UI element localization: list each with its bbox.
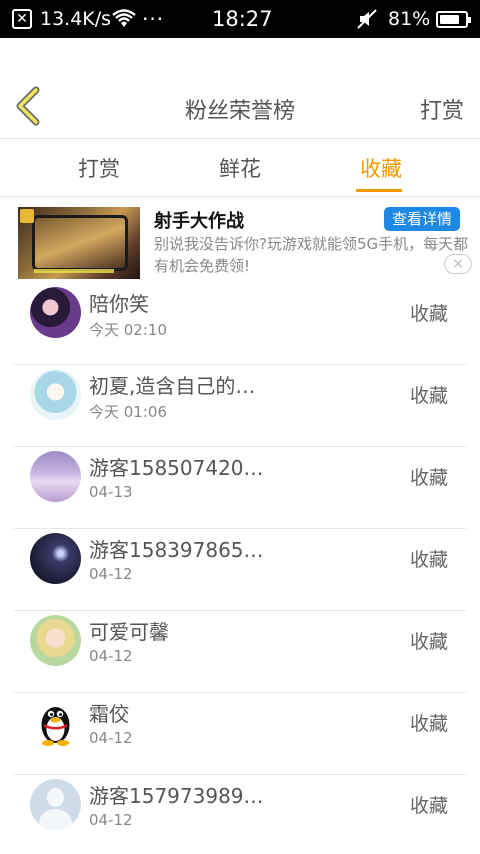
user-name: 霜佼: [89, 702, 129, 726]
user-name: 游客158507420…: [89, 456, 264, 480]
favorite-label: 收藏: [410, 303, 449, 325]
reward-button[interactable]: 打赏: [420, 93, 464, 125]
qq-penguin-icon: [30, 697, 81, 748]
timestamp: 04-12: [89, 565, 133, 583]
avatar: [30, 369, 81, 420]
tab-bar: 打赏 鲜花 收藏: [0, 139, 480, 197]
favorite-label: 收藏: [410, 713, 449, 735]
timestamp: 今天 02:10: [89, 321, 167, 339]
user-name: 可爱可馨: [89, 620, 169, 644]
network-speed: 13.4K/s: [40, 8, 112, 30]
favorite-label: 收藏: [410, 385, 449, 407]
user-name: 陪你笑: [89, 292, 149, 316]
default-user-icon: [30, 779, 81, 830]
avatar: [30, 287, 81, 338]
tab-flowers[interactable]: 鲜花: [195, 153, 285, 183]
timestamp: 04-12: [89, 729, 133, 747]
avatar: [30, 615, 81, 666]
page-title: 粉丝荣誉榜: [184, 99, 295, 124]
list-item[interactable]: 游客158507420… 04-13 收藏: [0, 447, 480, 529]
ad-title: 射手大作战: [154, 211, 244, 232]
list-item[interactable]: 陪你笑 今天 02:10 收藏: [0, 283, 480, 365]
favorite-label: 收藏: [410, 549, 449, 571]
chevron-left-icon: [16, 86, 40, 126]
ad-details-button[interactable]: 查看详情: [384, 207, 460, 231]
list-item[interactable]: 游客158397865… 04-12 收藏: [0, 529, 480, 611]
clock: 18:27: [212, 7, 273, 31]
battery-level-fill: [440, 15, 460, 24]
list-item[interactable]: 可爱可馨 04-12 收藏: [0, 611, 480, 693]
notification-close-icon: ✕: [12, 9, 32, 29]
list-item[interactable]: 初夏,造含自己的… 今天 01:06 收藏: [0, 365, 480, 447]
active-tab-indicator: [356, 189, 402, 192]
supporter-list: 陪你笑 今天 02:10 收藏 初夏,造含自己的… 今天 01:06 收藏 游客…: [0, 283, 480, 854]
ad-close-icon[interactable]: ×: [444, 254, 472, 274]
status-bar: ✕ 13.4K/s ··· 18:27 81%: [0, 0, 480, 38]
user-name: 游客158397865…: [89, 538, 264, 562]
user-name: 初夏,造含自己的…: [89, 374, 256, 398]
timestamp: 04-12: [89, 647, 133, 665]
mute-icon: [356, 0, 378, 38]
avatar: [30, 451, 81, 502]
timestamp: 今天 01:06: [89, 403, 167, 421]
favorite-label: 收藏: [410, 631, 449, 653]
user-name: 游客157973989…: [89, 784, 264, 808]
tab-favorites[interactable]: 收藏: [336, 153, 426, 183]
timestamp: 04-12: [89, 811, 133, 829]
tab-reward[interactable]: 打赏: [54, 153, 144, 183]
battery-icon: [436, 11, 471, 28]
timestamp: 04-13: [89, 483, 133, 501]
battery-percent: 81%: [388, 8, 431, 30]
ad-description: 别说我没告诉你?玩游戏就能领5G手机，每天都有机会免费领!: [154, 235, 469, 275]
ad-banner[interactable]: 射手大作战 别说我没告诉你?玩游戏就能领5G手机，每天都有机会免费领! 查看详情: [0, 197, 480, 283]
more-notifications-icon: ···: [142, 7, 165, 31]
avatar: [30, 533, 81, 584]
favorite-label: 收藏: [410, 467, 449, 489]
list-item[interactable]: 霜佼 04-12 收藏: [0, 693, 480, 775]
list-item[interactable]: 游客157973989… 04-12 收藏: [0, 775, 480, 854]
favorite-label: 收藏: [410, 795, 449, 817]
ad-image: [18, 207, 140, 279]
wifi-icon: [112, 0, 136, 38]
back-button[interactable]: [12, 86, 46, 126]
page-header: 粉丝荣誉榜 打赏: [0, 38, 480, 139]
